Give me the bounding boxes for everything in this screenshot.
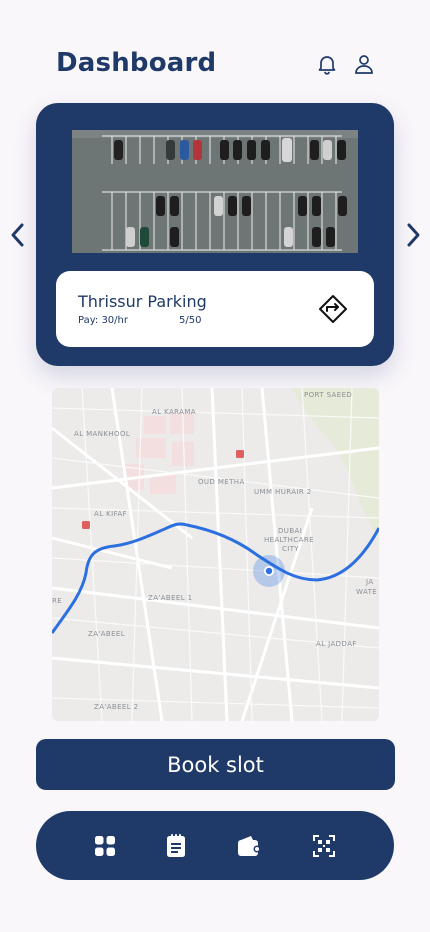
parking-card[interactable]: Thrissur Parking Pay: 30/hr 5/50	[36, 103, 394, 366]
clipboard-icon[interactable]	[163, 833, 189, 859]
map-label: UMM HURAIR 2	[254, 488, 312, 496]
map-label: AL JADDAF	[316, 640, 357, 648]
map-label: RE	[52, 597, 63, 605]
parking-info[interactable]: Thrissur Parking Pay: 30/hr 5/50	[56, 271, 374, 347]
map-label: JA	[366, 578, 374, 586]
book-slot-button[interactable]: Book slot	[36, 739, 395, 790]
map-label: OUD METHA	[198, 478, 245, 486]
chevron-right-icon[interactable]	[400, 220, 426, 250]
map-label: WATE	[356, 588, 378, 596]
map-label: HEALTHCARE	[264, 536, 314, 544]
bottom-nav	[36, 811, 394, 880]
grid-icon[interactable]	[92, 833, 118, 859]
map-label: ZA'ABEEL 2	[94, 703, 139, 711]
map-label: AL MANKHOOL	[74, 430, 131, 438]
page-title: Dashboard	[56, 48, 217, 78]
map-label: ZA'ABEEL	[88, 630, 126, 638]
parking-name: Thrissur Parking	[78, 292, 207, 311]
map-label: AL KIFAF	[94, 510, 127, 518]
wallet-icon[interactable]	[236, 833, 262, 859]
bell-icon[interactable]	[315, 52, 339, 76]
parking-lot-photo	[72, 130, 358, 253]
map-label: PORT SAEED	[304, 391, 353, 399]
qr-scan-icon[interactable]	[311, 833, 337, 859]
map-label: AL KARAMA	[152, 408, 196, 416]
chevron-left-icon[interactable]	[5, 220, 31, 250]
parking-slots: 5/50	[179, 315, 202, 326]
map-label: ZA'ABEEL 1	[148, 594, 193, 602]
map-label: CITY	[282, 545, 300, 553]
map-label: DUBAI	[278, 527, 303, 535]
directions-icon[interactable]	[318, 294, 348, 324]
user-icon[interactable]	[352, 52, 376, 76]
map-view[interactable]: PORT SAEED AL KARAMA AL MANKHOOL OUD MET…	[52, 388, 379, 721]
parking-price: Pay: 30/hr	[78, 315, 128, 326]
